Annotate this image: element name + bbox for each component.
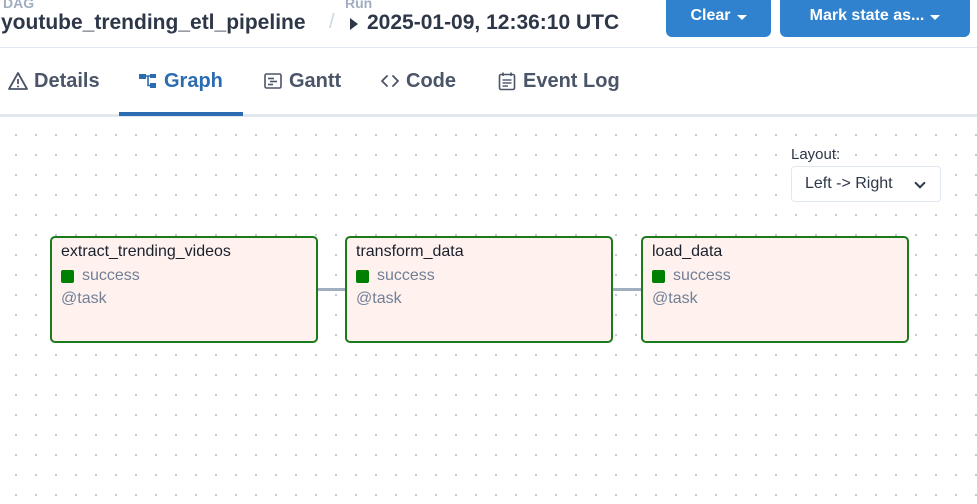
task-node-state: success: [356, 267, 435, 285]
tab-details[interactable]: Details: [8, 48, 100, 114]
tab-event-log[interactable]: Event Log: [497, 48, 620, 114]
tab-gantt-label: Gantt: [289, 69, 342, 92]
task-node-state: success: [61, 267, 140, 285]
tab-event-log-label: Event Log: [523, 69, 620, 92]
graph-edge: [612, 288, 641, 291]
active-tab-indicator: [119, 112, 243, 116]
task-node-extract-trending-videos[interactable]: extract_trending_videos success @task: [50, 236, 318, 343]
tab-gantt[interactable]: Gantt: [263, 48, 341, 114]
dag-run-tabs: Details Graph Gantt Code Event Log: [0, 48, 977, 117]
task-node-load-data[interactable]: load_data success @task: [641, 236, 909, 343]
success-status-icon: [61, 269, 74, 283]
task-node-operator: @task: [61, 290, 107, 307]
task-node-operator: @task: [356, 290, 402, 307]
success-status-icon: [652, 269, 665, 283]
layout-select-value: Left -> Right: [805, 175, 893, 192]
task-node-state: success: [652, 267, 731, 285]
chevron-down-icon: [930, 14, 941, 20]
dag-name-link[interactable]: youtube_trending_etl_pipeline: [1, 11, 306, 35]
task-node-operator: @task: [652, 290, 698, 307]
tab-graph[interactable]: Graph: [138, 48, 223, 114]
chevron-down-icon: [736, 14, 747, 20]
task-node-transform-data[interactable]: transform_data success @task: [345, 236, 613, 343]
task-node-title: load_data: [652, 243, 723, 260]
clear-button[interactable]: Clear: [666, 0, 771, 37]
task-node-title: extract_trending_videos: [61, 243, 231, 260]
tab-graph-label: Graph: [164, 69, 223, 92]
tab-code[interactable]: Code: [380, 48, 456, 114]
gantt-icon: [263, 71, 283, 91]
breadcrumb-separator: /: [329, 11, 335, 33]
play-triangle-icon: [350, 18, 358, 30]
run-id-link[interactable]: 2025-01-09, 12:36:10 UTC: [367, 11, 619, 35]
tab-code-label: Code: [406, 69, 456, 92]
layout-label: Layout:: [791, 146, 841, 163]
layout-select[interactable]: Left -> Right: [791, 166, 941, 202]
tab-details-label: Details: [34, 69, 100, 92]
success-status-icon: [356, 269, 369, 283]
clear-button-label: Clear: [690, 7, 731, 24]
run-breadcrumb-label: Run: [345, 0, 373, 11]
chevron-down-icon: [914, 177, 926, 189]
graph-icon: [138, 71, 158, 91]
mark-state-button-label: Mark state as...: [809, 7, 925, 24]
graph-edge: [317, 288, 346, 291]
task-node-state-label: success: [673, 267, 731, 284]
dag-breadcrumb-label: DAG: [3, 0, 35, 11]
mark-state-button[interactable]: Mark state as...: [780, 0, 970, 37]
warning-triangle-icon: [8, 71, 28, 91]
task-node-state-label: success: [377, 267, 435, 284]
task-node-state-label: success: [82, 267, 140, 284]
code-icon: [380, 71, 400, 91]
event-log-icon: [497, 71, 517, 91]
task-node-title: transform_data: [356, 243, 464, 260]
dag-run-header: DAG youtube_trending_etl_pipeline / Run …: [0, 0, 977, 48]
